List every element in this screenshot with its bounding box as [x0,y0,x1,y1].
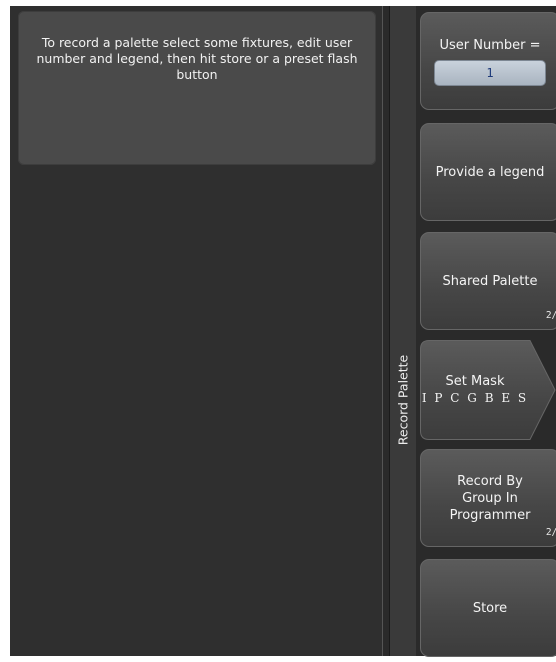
record-by-group-label: Record By Group In Programmer [449,473,531,523]
sidebar-label: Record Palette [395,354,411,446]
record-by-page-indicator: 2/4 [545,527,556,538]
shared-palette-page-indicator: 2/2 [545,310,556,321]
user-number-button[interactable]: User Number = [420,12,556,110]
record-by-group-button[interactable]: Record By Group In Programmer 2/4 [420,449,556,547]
store-button[interactable]: Store [420,559,556,657]
user-number-label: User Number = [439,37,541,53]
prompt-box: To record a palette select some fixtures… [18,11,376,165]
provide-legend-label: Provide a legend [435,164,545,180]
provide-legend-button[interactable]: Provide a legend [420,123,556,221]
user-number-input[interactable] [434,59,546,86]
shared-palette-button[interactable]: Shared Palette 2/2 [420,232,556,330]
set-mask-label: Set Mask [445,374,505,389]
panel-divider [382,6,390,656]
sidebar-strip [390,6,416,656]
set-mask-button[interactable]: Set Mask I P C G B E S [420,340,556,440]
store-label: Store [472,600,508,616]
shared-palette-label: Shared Palette [442,273,538,289]
set-mask-value: I P C G B E S [421,391,529,405]
prompt-text: To record a palette select some fixtures… [36,35,358,82]
